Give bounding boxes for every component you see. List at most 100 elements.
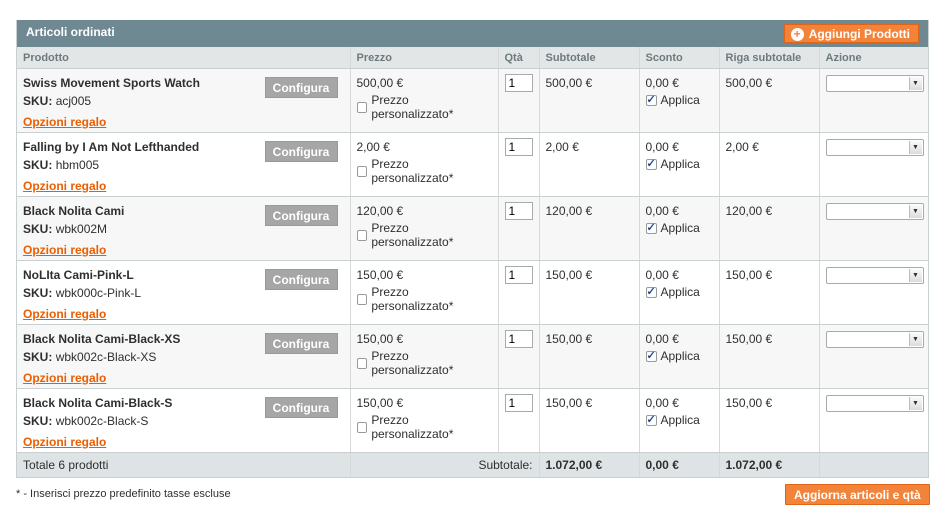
product-cell: Swiss Movement Sports Watch SKU: acj005 Op… — [17, 68, 351, 133]
col-header-subtotal[interactable]: Subtotale — [539, 47, 640, 69]
qty-input[interactable] — [504, 74, 533, 92]
qty-cell — [498, 68, 540, 133]
action-cell: ▼ — [819, 68, 928, 133]
custom-price-checkbox[interactable] — [356, 421, 368, 433]
apply-discount-checkbox[interactable] — [645, 349, 657, 362]
dropdown-arrow-icon: ▼ — [908, 269, 922, 282]
custom-price-option[interactable]: Prezzo personalizzato* — [356, 413, 492, 441]
sku-value: acj005 — [55, 94, 92, 108]
custom-price-label: Prezzo personalizzato* — [371, 285, 454, 313]
apply-discount-option[interactable]: Applica — [645, 221, 713, 235]
totals-discount: 0,00 € — [639, 452, 720, 477]
gift-options-link[interactable]: Opzioni regalo — [23, 115, 344, 129]
discount-cell: 0,00 € Applica — [639, 324, 720, 389]
discount-cell: 0,00 € Applica — [639, 196, 720, 261]
subtotal-cell: 150,00 € — [539, 388, 640, 453]
col-header-row-subtotal[interactable]: Riga subtotale — [719, 47, 820, 69]
update-items-button[interactable]: Aggiorna articoli e qtà — [785, 484, 930, 505]
custom-price-option[interactable]: Prezzo personalizzato* — [356, 221, 492, 249]
totals-subtotal-label: Subtotale: — [350, 452, 540, 477]
gift-options-link[interactable]: Opzioni regalo — [23, 179, 344, 193]
custom-price-checkbox[interactable] — [356, 229, 368, 241]
apply-discount-option[interactable]: Applica — [645, 157, 713, 171]
action-cell: ▼ — [819, 132, 928, 197]
discount-value: 0,00 € — [645, 76, 679, 90]
col-header-product[interactable]: Prodotto — [17, 47, 351, 69]
sku-value: hbm005 — [55, 158, 100, 172]
sku-value: wbk002c-Black-XS — [55, 350, 157, 364]
apply-discount-checkbox[interactable] — [645, 93, 657, 106]
discount-value: 0,00 € — [645, 396, 679, 410]
sku-value: wbk002c-Black-S — [55, 414, 149, 428]
qty-input[interactable] — [504, 330, 533, 348]
custom-price-label: Prezzo personalizzato* — [371, 413, 454, 441]
gift-options-link[interactable]: Opzioni regalo — [23, 243, 344, 257]
qty-input[interactable] — [504, 202, 533, 220]
gift-options-link[interactable]: Opzioni regalo — [23, 307, 344, 321]
price-value: 150,00 € — [356, 268, 404, 282]
apply-discount-option[interactable]: Applica — [645, 413, 713, 427]
row-subtotal-cell: 150,00 € — [719, 324, 820, 389]
custom-price-checkbox[interactable] — [356, 293, 368, 305]
action-select[interactable]: ▼ — [825, 75, 924, 92]
product-cell: Falling by I Am Not Lefthanded SKU: hbm00… — [17, 132, 351, 197]
action-select[interactable]: ▼ — [825, 139, 924, 156]
apply-discount-checkbox[interactable] — [645, 413, 657, 426]
sku-label: SKU: — [23, 222, 53, 236]
apply-discount-option[interactable]: Applica — [645, 349, 713, 363]
table-row: Black Nolita Cami-Black-XS SKU: wbk002c-B… — [17, 324, 928, 389]
custom-price-checkbox[interactable] — [356, 165, 368, 177]
apply-discount-checkbox[interactable] — [645, 285, 657, 298]
action-cell: ▼ — [819, 324, 928, 389]
custom-price-checkbox[interactable] — [356, 357, 368, 369]
product-cell: Black Nolita Cami-Black-S SKU: wbk002c-Bl… — [17, 388, 351, 453]
row-subtotal-value: 150,00 € — [725, 396, 773, 410]
apply-discount-checkbox[interactable] — [645, 157, 657, 170]
add-products-label: Aggiungi Prodotti — [808, 27, 910, 41]
custom-price-option[interactable]: Prezzo personalizzato* — [356, 349, 492, 377]
price-cell: 120,00 € Prezzo personalizzato* — [350, 196, 499, 261]
sku-label: SKU: — [23, 94, 53, 108]
qty-input[interactable] — [504, 266, 533, 284]
configure-button[interactable]: Configura — [264, 205, 338, 226]
apply-discount-option[interactable]: Applica — [645, 285, 713, 299]
action-cell: ▼ — [819, 260, 928, 325]
row-subtotal-value: 2,00 € — [725, 140, 759, 154]
price-cell: 150,00 € Prezzo personalizzato* — [350, 260, 499, 325]
configure-button[interactable]: Configura — [264, 269, 338, 290]
add-products-button[interactable]: + Aggiungi Prodotti — [783, 24, 919, 43]
qty-cell — [498, 196, 540, 261]
ordered-items-grid: Articoli ordinati + Aggiungi Prodotti Pr… — [16, 20, 929, 478]
configure-button[interactable]: Configura — [264, 333, 338, 354]
gift-options-link[interactable]: Opzioni regalo — [23, 371, 344, 385]
sku-label: SKU: — [23, 158, 53, 172]
col-header-price[interactable]: Prezzo — [350, 47, 499, 69]
qty-input[interactable] — [504, 138, 533, 156]
custom-price-option[interactable]: Prezzo personalizzato* — [356, 285, 492, 313]
action-select[interactable]: ▼ — [825, 267, 924, 284]
table-row: Black Nolita Cami-Black-S SKU: wbk002c-Bl… — [17, 388, 928, 453]
price-cell: 500,00 € Prezzo personalizzato* — [350, 68, 499, 133]
apply-discount-option[interactable]: Applica — [645, 93, 713, 107]
configure-button[interactable]: Configura — [264, 77, 338, 98]
custom-price-option[interactable]: Prezzo personalizzato* — [356, 93, 492, 121]
action-select[interactable]: ▼ — [825, 395, 924, 412]
dropdown-arrow-icon: ▼ — [908, 333, 922, 346]
action-select[interactable]: ▼ — [825, 203, 924, 220]
qty-input[interactable] — [504, 394, 533, 412]
price-cell: 2,00 € Prezzo personalizzato* — [350, 132, 499, 197]
custom-price-checkbox[interactable] — [356, 101, 368, 113]
configure-button[interactable]: Configura — [264, 397, 338, 418]
col-header-discount[interactable]: Sconto — [639, 47, 720, 69]
configure-button[interactable]: Configura — [264, 141, 338, 162]
col-header-qty[interactable]: Qtà — [498, 47, 540, 69]
apply-discount-checkbox[interactable] — [645, 221, 657, 234]
apply-discount-label: Applica — [660, 285, 700, 299]
subtotal-cell: 150,00 € — [539, 324, 640, 389]
gift-options-link[interactable]: Opzioni regalo — [23, 435, 344, 449]
action-select[interactable]: ▼ — [825, 331, 924, 348]
price-cell: 150,00 € Prezzo personalizzato* — [350, 388, 499, 453]
col-header-action[interactable]: Azione — [819, 47, 928, 69]
custom-price-option[interactable]: Prezzo personalizzato* — [356, 157, 492, 185]
sku-value: wbk000c-Pink-L — [55, 286, 142, 300]
